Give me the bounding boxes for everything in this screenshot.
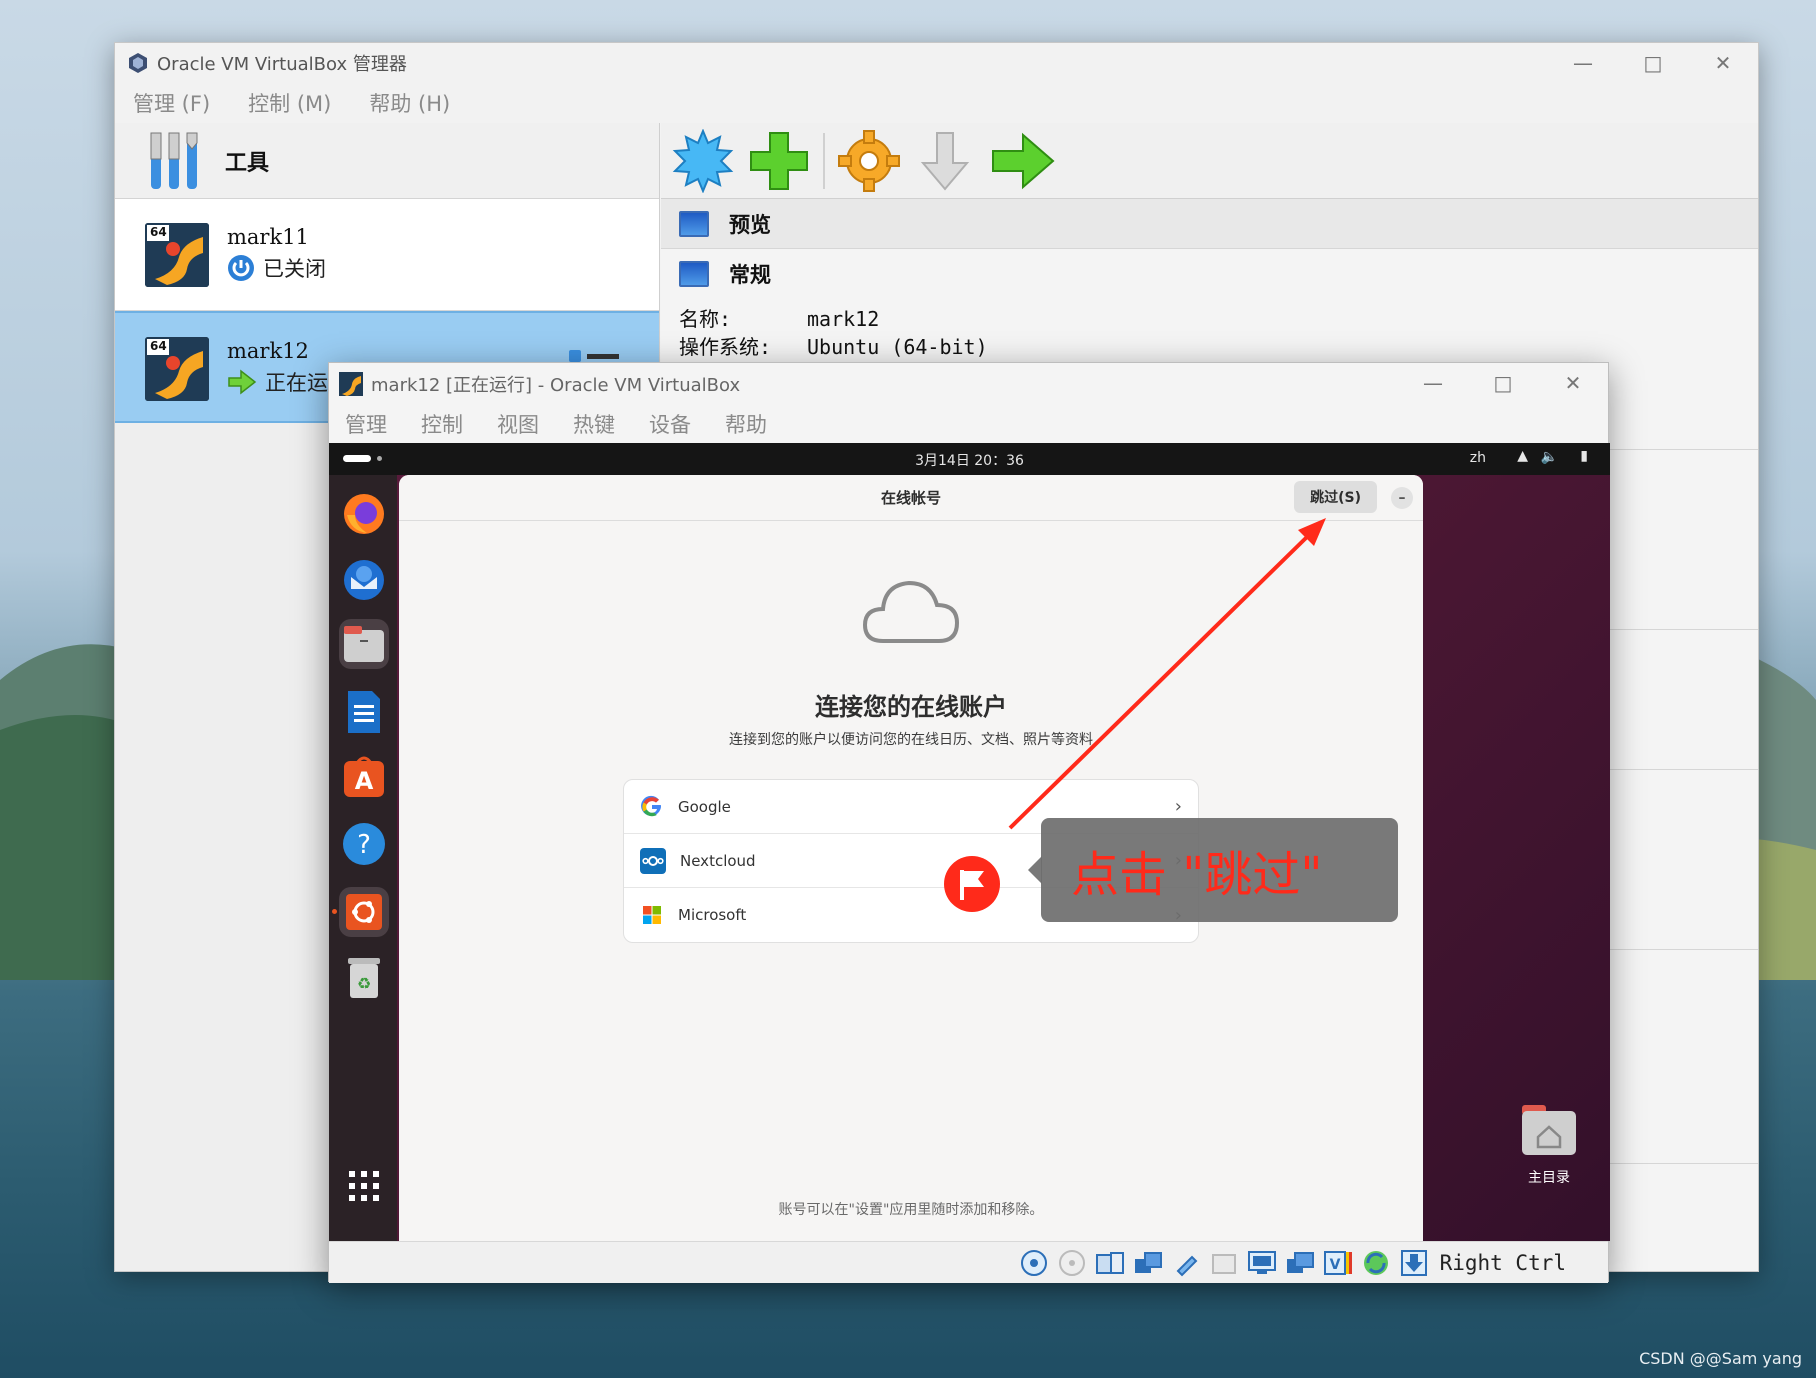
annotation-callout: 点击 "跳过": [1041, 818, 1398, 922]
watermark: CSDN @@Sam yang: [1639, 1349, 1802, 1368]
annotation-arrow: [1008, 518, 1326, 830]
flag-marker-icon: [942, 854, 1002, 918]
